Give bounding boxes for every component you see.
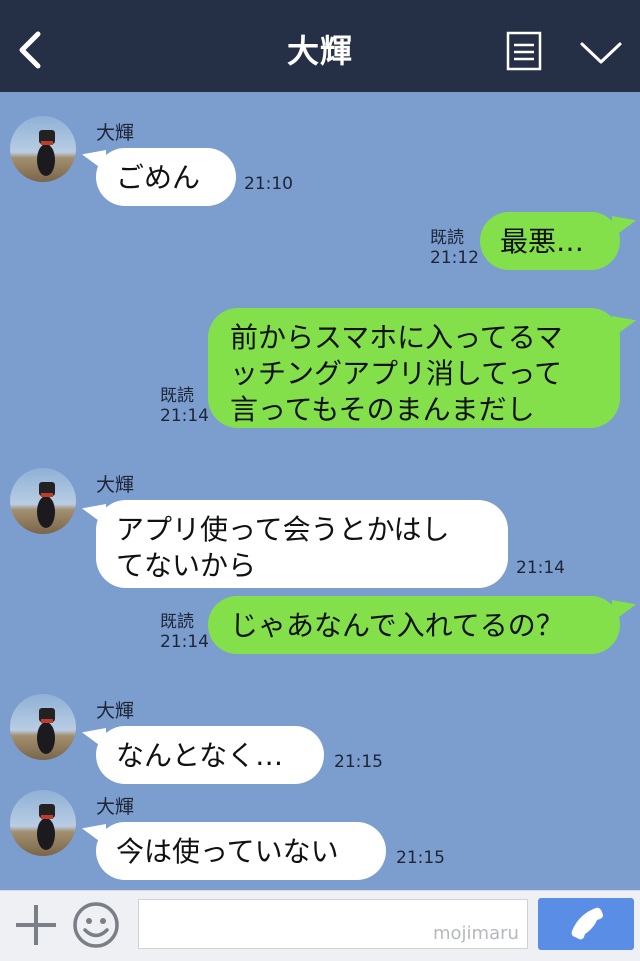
avatar[interactable] <box>10 116 76 182</box>
read-receipt: 既読 <box>160 612 194 632</box>
chat-area[interactable]: 大輝 ごめん 21:10 既読 21:12 最悪… 既読 21:14 前からスマ… <box>0 92 640 890</box>
message-bubble-incoming[interactable]: ごめん <box>96 148 236 206</box>
message-time: 21:10 <box>244 174 293 194</box>
message-time: 21:15 <box>396 848 445 868</box>
chat-title: 大輝 <box>286 32 353 70</box>
message-bubble-outgoing[interactable]: 最悪… <box>480 212 620 270</box>
chat-header: 大輝 <box>0 0 640 92</box>
avatar[interactable] <box>10 694 76 760</box>
menu-button[interactable] <box>506 31 542 71</box>
avatar[interactable] <box>10 790 76 856</box>
message-time: 21:14 <box>160 632 209 652</box>
collapse-button[interactable] <box>578 38 624 68</box>
message-bubble-incoming[interactable]: 今は使っていない <box>96 822 386 880</box>
bubble-tail <box>612 600 636 622</box>
input-bar: mojimaru <box>0 890 640 961</box>
message-time: 21:14 <box>516 558 565 578</box>
message-time: 21:14 <box>160 406 209 426</box>
sender-name: 大輝 <box>96 700 135 722</box>
read-receipt: 既読 <box>430 228 464 248</box>
plus-icon <box>16 905 56 945</box>
sender-name: 大輝 <box>96 122 135 144</box>
message-time: 21:12 <box>430 248 479 268</box>
message-bubble-incoming[interactable]: なんとなく… <box>96 726 324 784</box>
sender-name: 大輝 <box>96 796 135 818</box>
sender-name: 大輝 <box>96 474 135 496</box>
call-button[interactable] <box>538 898 634 950</box>
chevron-down-icon <box>580 42 622 64</box>
emoji-button[interactable] <box>72 901 120 949</box>
bubble-tail <box>612 216 636 238</box>
add-button[interactable] <box>14 903 58 947</box>
emoji-icon <box>73 902 119 948</box>
message-bubble-outgoing[interactable]: じゃあなんで入れてるの？ <box>208 596 620 654</box>
bubble-tail <box>612 316 636 338</box>
watermark-text: mojimaru <box>433 923 519 944</box>
phone-icon <box>571 907 603 940</box>
avatar[interactable] <box>10 468 76 534</box>
message-bubble-outgoing[interactable]: 前からスマホに入ってるマ ッチングアプリ消してって 言ってもそのまんまだし <box>208 308 620 428</box>
message-time: 21:15 <box>334 752 383 772</box>
menu-icon <box>506 31 542 71</box>
read-receipt: 既読 <box>160 386 194 406</box>
message-bubble-incoming[interactable]: アプリ使って会うとかはし てないから <box>96 500 508 588</box>
